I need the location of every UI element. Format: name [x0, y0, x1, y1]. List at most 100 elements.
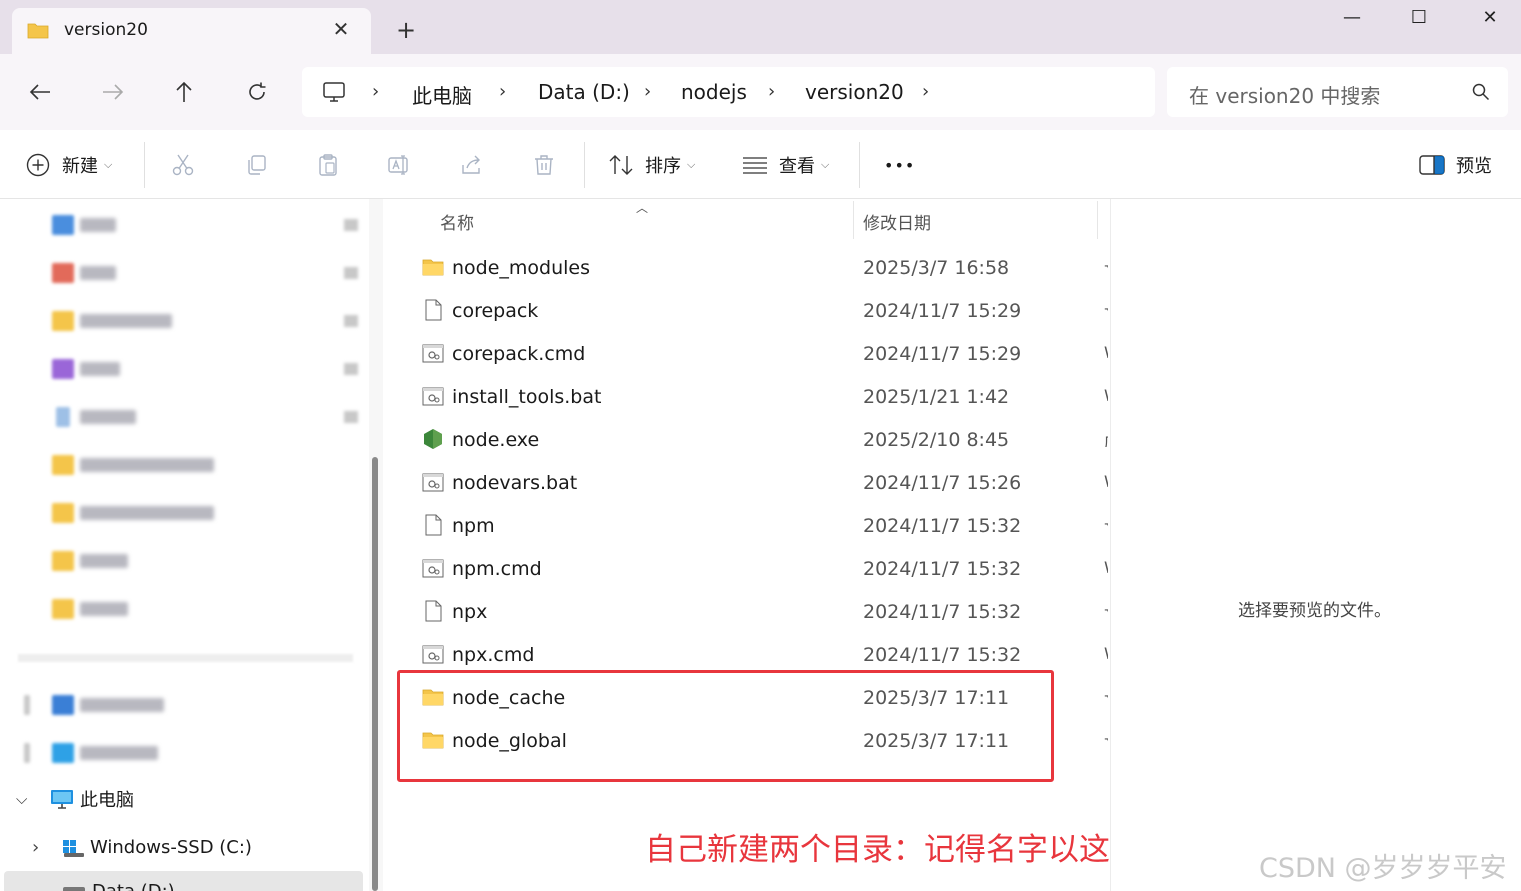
- rename-button[interactable]: [385, 150, 415, 180]
- up-button[interactable]: [166, 76, 202, 108]
- copy-icon: [248, 155, 266, 175]
- sidebar-item-label: 此电脑: [80, 790, 134, 811]
- search-icon: [1472, 83, 1490, 101]
- minimize-button[interactable]: —: [1332, 4, 1372, 32]
- file-modified-date: 2024/11/7 15:32: [863, 601, 1022, 623]
- preview-placeholder: 选择要预览的文件。: [1238, 601, 1391, 621]
- breadcrumb-this-pc[interactable]: 此电脑: [412, 80, 472, 109]
- sort-icon: [609, 155, 633, 175]
- file-modified-date: 2025/3/7 16:58: [863, 257, 1010, 279]
- refresh-button[interactable]: [239, 76, 275, 108]
- blurred-label: [80, 362, 120, 376]
- chevron-right-icon[interactable]: ›: [644, 81, 651, 102]
- nodejs-icon: [424, 429, 442, 449]
- file-row[interactable]: install_tools.bat 2025/1/21 1:42 W: [392, 374, 1110, 417]
- pin-icon: [344, 267, 358, 279]
- toolbar-divider: [859, 142, 860, 188]
- breadcrumb-data-d[interactable]: Data (D:): [538, 80, 630, 104]
- file-row[interactable]: npx 2024/11/7 15:32 文: [392, 589, 1110, 632]
- tab-close-icon[interactable]: ✕: [330, 18, 352, 40]
- share-button[interactable]: [457, 150, 487, 180]
- title-bar: version20 ✕ + — ☐ ✕: [0, 0, 1521, 54]
- list-view-icon: [743, 157, 767, 174]
- quick-access-item[interactable]: [52, 213, 358, 235]
- more-options-button[interactable]: •••: [884, 150, 915, 180]
- maximize-button[interactable]: ☐: [1399, 4, 1439, 32]
- copy-button[interactable]: [241, 150, 271, 180]
- file-type-cell: W: [1104, 558, 1108, 576]
- chevron-right-icon[interactable]: ›: [372, 81, 379, 102]
- file-name: npx.cmd: [452, 644, 535, 666]
- file-type-cell: W: [1104, 343, 1108, 361]
- file-row[interactable]: npm 2024/11/7 15:32 文: [392, 503, 1110, 546]
- back-button[interactable]: [22, 76, 58, 108]
- folder-icon: [27, 23, 49, 39]
- new-tab-button[interactable]: +: [394, 18, 418, 42]
- file-name: node.exe: [452, 429, 540, 451]
- tab-title: version20: [64, 20, 148, 40]
- sidebar-item-this-pc[interactable]: ⌵ 此电脑: [16, 784, 134, 814]
- chevron-right-icon[interactable]: ›: [768, 81, 775, 102]
- file-type-cell: W: [1104, 386, 1108, 404]
- scrollbar-thumb[interactable]: [372, 457, 378, 891]
- blurred-icon: [52, 503, 74, 523]
- sort-button[interactable]: 排序 ⌵: [608, 150, 695, 180]
- forward-button[interactable]: [95, 76, 131, 108]
- pin-icon: [344, 363, 358, 375]
- quick-access-item[interactable]: [52, 549, 352, 571]
- column-header-modified[interactable]: 修改日期: [863, 209, 931, 234]
- command-bar: 新建 ⌵ 排序 ⌵ 查看 ⌵ ••• 预览: [0, 130, 1521, 199]
- blurred-icon: [52, 743, 74, 763]
- file-row[interactable]: corepack.cmd 2024/11/7 15:29 W: [392, 331, 1110, 374]
- breadcrumb-nodejs[interactable]: nodejs: [681, 80, 747, 104]
- search-input[interactable]: 在 version20 中搜索: [1167, 67, 1508, 117]
- column-header-name[interactable]: 名称: [440, 209, 474, 234]
- quick-access-item[interactable]: [52, 597, 352, 619]
- quick-access-item[interactable]: [52, 261, 358, 283]
- cloud-item[interactable]: [24, 741, 324, 763]
- chevron-down-icon[interactable]: ⌵: [16, 790, 38, 808]
- close-window-button[interactable]: ✕: [1470, 4, 1510, 32]
- quick-access-item[interactable]: [52, 453, 352, 475]
- sidebar-item-drive-d[interactable]: Data (D:): [4, 871, 363, 891]
- tab-version20[interactable]: version20 ✕: [12, 8, 371, 54]
- chevron-right-icon[interactable]: ›: [32, 837, 50, 858]
- file-icon: [425, 299, 442, 321]
- cloud-item[interactable]: [24, 693, 324, 715]
- quick-access-item[interactable]: [52, 405, 358, 427]
- preview-label: 预览: [1456, 156, 1492, 177]
- file-row[interactable]: node.exe 2025/2/10 8:45 应: [392, 417, 1110, 460]
- chevron-right-icon[interactable]: ›: [922, 81, 929, 102]
- file-row[interactable]: nodevars.bat 2024/11/7 15:26 W: [392, 460, 1110, 503]
- breadcrumb-version20[interactable]: version20: [805, 80, 904, 104]
- file-type-cell: W: [1104, 472, 1108, 490]
- chevron-right-icon[interactable]: ›: [499, 81, 506, 102]
- blurred-icon: [24, 743, 30, 763]
- column-divider[interactable]: [853, 201, 854, 239]
- file-row[interactable]: npx.cmd 2024/11/7 15:32 W: [392, 632, 1110, 675]
- new-button[interactable]: 新建 ⌵: [26, 150, 112, 180]
- blurred-label: [80, 698, 164, 712]
- blurred-icon: [52, 599, 74, 619]
- address-bar[interactable]: › 此电脑 › Data (D:) › nodejs › version20 ›: [302, 67, 1155, 117]
- file-name: corepack: [452, 300, 539, 322]
- file-type-cell: 文: [1104, 730, 1108, 748]
- file-row[interactable]: npm.cmd 2024/11/7 15:32 W: [392, 546, 1110, 589]
- quick-access-item[interactable]: [52, 501, 352, 523]
- sidebar-item-drive-c[interactable]: › Windows-SSD (C:): [32, 832, 252, 862]
- file-row[interactable]: corepack 2024/11/7 15:29 文: [392, 288, 1110, 331]
- file-row[interactable]: node_modules 2025/3/7 16:58 文: [392, 245, 1110, 288]
- column-divider[interactable]: [1097, 201, 1098, 239]
- preview-pane-button[interactable]: 预览: [1419, 150, 1492, 180]
- blurred-label: [80, 506, 214, 520]
- nav-divider: [18, 654, 353, 662]
- view-button[interactable]: 查看 ⌵: [742, 150, 829, 180]
- view-label: 查看: [779, 156, 815, 177]
- quick-access-item[interactable]: [52, 357, 358, 379]
- cut-button[interactable]: [168, 150, 198, 180]
- paste-button[interactable]: [313, 150, 343, 180]
- quick-access-item[interactable]: [52, 309, 358, 331]
- script-icon: [422, 473, 444, 492]
- delete-button[interactable]: [529, 150, 559, 180]
- pin-icon: [344, 411, 358, 423]
